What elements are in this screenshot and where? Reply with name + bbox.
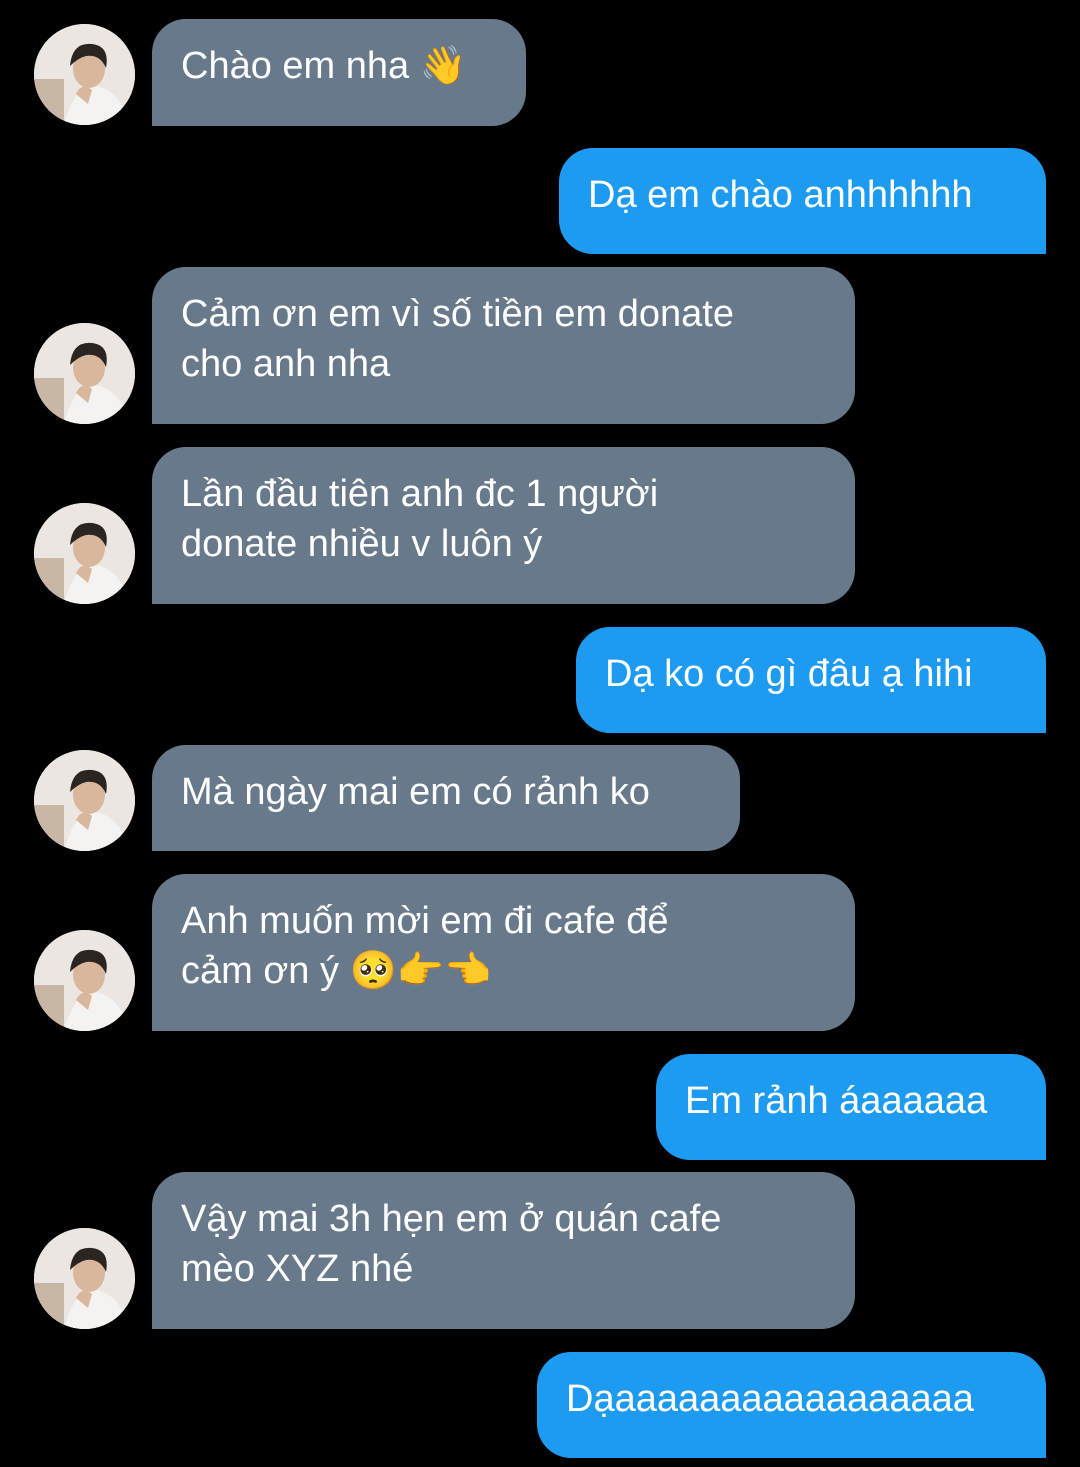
avatar-icon	[34, 323, 135, 424]
message-bubble[interactable]: Dạ em chào anhhhhhh	[559, 148, 1046, 254]
avatar[interactable]	[34, 750, 135, 851]
avatar[interactable]	[34, 503, 135, 604]
message-bubble[interactable]: Chào em nha 👋	[152, 19, 526, 126]
avatar[interactable]	[34, 930, 135, 1031]
message-bubble[interactable]: Lần đầu tiên anh đc 1 người donate nhiều…	[152, 447, 855, 604]
avatar-icon	[34, 930, 135, 1031]
avatar-icon	[34, 1228, 135, 1329]
message-bubble[interactable]: Em rảnh áaaaaaa	[656, 1054, 1046, 1160]
message-bubble[interactable]: Vậy mai 3h hẹn em ở quán cafe mèo XYZ nh…	[152, 1172, 855, 1329]
message-bubble[interactable]: Cảm ơn em vì số tiền em donate cho anh n…	[152, 267, 855, 424]
message-bubble[interactable]: Dạaaaaaaaaaaaaaaaaa	[537, 1352, 1046, 1458]
avatar-icon	[34, 750, 135, 851]
avatar[interactable]	[34, 323, 135, 424]
avatar-icon	[34, 503, 135, 604]
avatar-icon	[34, 24, 135, 125]
message-bubble[interactable]: Anh muốn mời em đi cafe để cảm ơn ý 🥺👉👈	[152, 874, 855, 1031]
message-bubble[interactable]: Dạ ko có gì đâu ạ hihi	[576, 627, 1046, 733]
avatar[interactable]	[34, 1228, 135, 1329]
avatar[interactable]	[34, 24, 135, 125]
message-bubble[interactable]: Mà ngày mai em có rảnh ko	[152, 745, 740, 851]
